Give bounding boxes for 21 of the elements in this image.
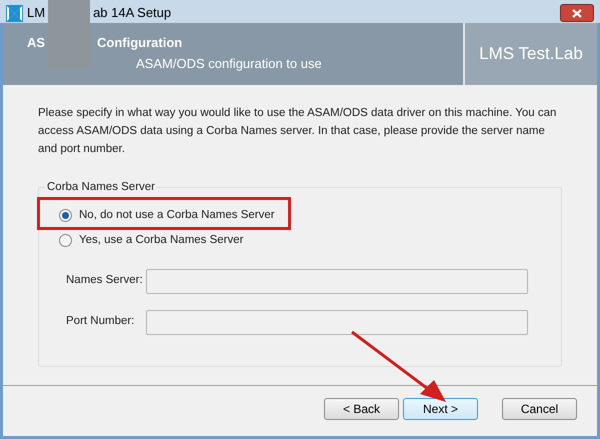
header-title: AS bbox=[27, 34, 46, 52]
dialog-button[interactable]: Next > bbox=[403, 398, 478, 420]
input-field[interactable] bbox=[146, 268, 528, 294]
close-icon bbox=[572, 8, 582, 18]
header-subtitle: ASAM/ODS configuration to use bbox=[136, 55, 322, 73]
window-title: LM bbox=[27, 4, 46, 22]
description-text: Please specify in what way you would like to use the ASAM/ODS data driver on this machine. You can access ASAM/ODS data using a Corba Names server. In that case, please provide the server name and port number. bbox=[38, 106, 558, 157]
close-button[interactable] bbox=[560, 4, 594, 22]
app-logo-icon bbox=[6, 4, 23, 22]
field-label: Port Number: bbox=[66, 314, 136, 330]
window-title: ab 14A Setup bbox=[93, 4, 172, 22]
dialog-button[interactable]: Cancel bbox=[502, 398, 577, 420]
field-label: Names Server: bbox=[66, 273, 144, 288]
brand-label: LMS Test.Lab bbox=[479, 43, 583, 66]
input-field[interactable] bbox=[146, 310, 528, 334]
radio-button[interactable] bbox=[59, 209, 72, 222]
radio-label: No, do not use a Corba Names Server bbox=[79, 208, 275, 223]
dialog-button[interactable]: < Back bbox=[324, 398, 399, 420]
header-title: Configuration bbox=[97, 34, 182, 52]
radio-button[interactable] bbox=[59, 234, 72, 248]
radio-label: Yes, use a Corba Names Server bbox=[79, 233, 244, 248]
